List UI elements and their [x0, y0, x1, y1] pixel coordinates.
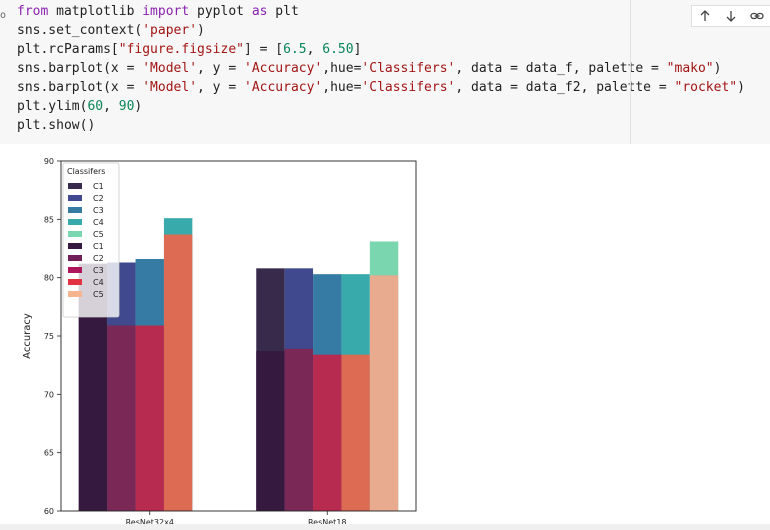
legend-label: C1	[93, 182, 104, 191]
code-token: 6.50	[322, 42, 354, 57]
legend-swatch	[68, 255, 82, 261]
code-token: , data = data_f2, palette =	[455, 80, 675, 95]
code-token: plt	[267, 4, 299, 19]
code-token: 'Classifers'	[361, 61, 456, 76]
legend-label: C4	[93, 278, 104, 287]
code-editor[interactable]: from matplotlib import pyplot as plt sns.…	[17, 2, 745, 135]
bar-rocket-C2	[107, 325, 136, 511]
y-tick-label: 65	[44, 449, 54, 458]
code-token: 'Model'	[142, 61, 198, 76]
bar-rocket-C4	[341, 354, 370, 511]
y-tick-label: 75	[44, 332, 54, 341]
code-token: ]	[353, 42, 362, 57]
bar-chart: 60657075808590ResNet32x4 ResNet18Accuracy…	[22, 157, 417, 524]
legend-label: C2	[93, 254, 104, 263]
arrow-down-icon	[726, 11, 736, 22]
code-token: matplotlib	[48, 4, 143, 19]
move-cell-down-button[interactable]	[720, 6, 742, 26]
code-token: ,hue=	[322, 61, 362, 76]
legend-label: C5	[93, 230, 104, 239]
arrow-up-icon	[700, 10, 710, 21]
legend-swatch	[68, 291, 82, 297]
y-axis-label: Accuracy	[22, 313, 33, 359]
code-token: )	[197, 23, 205, 38]
code-line: plt.ylim(60, 90)	[17, 97, 745, 116]
bar-rocket-C1	[256, 351, 285, 511]
code-line: sns.barplot(x = 'Model', y = 'Accuracy',…	[17, 59, 745, 78]
y-tick-label: 60	[44, 507, 54, 516]
code-token: 'Accuracy'	[244, 80, 323, 95]
horizontal-scrollbar[interactable]	[0, 524, 770, 530]
y-tick-label: 85	[44, 215, 54, 224]
code-token: "figure.figsize"	[118, 42, 244, 57]
legend-swatch	[68, 207, 82, 213]
bar-rocket-C5	[369, 275, 399, 511]
code-token: 6.5	[283, 42, 307, 57]
code-token: ] = [	[243, 42, 284, 57]
legend-label: C3	[93, 206, 104, 215]
bar-rocket-C3	[313, 354, 342, 511]
code-token: )	[737, 80, 745, 95]
cell-output: 60 65 70 75 80 85 90 ResNet32x4 ResNet18 Accuracy…	[0, 144, 770, 530]
code-line: plt.rcParams["figure.figsize"] = [6.5, 6…	[17, 40, 745, 59]
legend-swatch	[68, 219, 82, 225]
cell-run-indicator: o	[0, 10, 7, 21]
legend-swatch	[68, 183, 82, 189]
code-token: sns.barplot(x =	[17, 61, 143, 76]
code-token: )	[713, 61, 722, 76]
code-token: as	[251, 4, 268, 19]
code-token: "mako"	[666, 61, 714, 76]
code-token: ,hue=	[322, 80, 362, 95]
legend-label: C5	[93, 290, 104, 299]
code-token: ,	[306, 42, 323, 57]
code-token: , data = data_f, palette =	[455, 61, 667, 76]
code-token: pyplot	[189, 4, 252, 19]
code-cell[interactable]: o from matplotlib import pyplot as plt sn…	[0, 0, 770, 144]
code-token: , y =	[197, 80, 244, 95]
code-token: sns.set_context(	[17, 23, 143, 38]
legend-label: C1	[93, 242, 104, 251]
legend-swatch	[68, 243, 82, 249]
code-token: ,	[103, 99, 119, 114]
code-token: , y =	[197, 61, 244, 76]
bar-rocket-C2	[284, 348, 314, 511]
code-token: "rocket"	[674, 80, 738, 95]
legend-label: C3	[93, 266, 104, 275]
bar-rocket-C4	[163, 234, 193, 511]
code-token: from	[17, 4, 49, 19]
legend-label: C4	[93, 218, 104, 227]
code-token: plt.ylim(	[17, 99, 88, 114]
legend-swatch	[68, 267, 82, 273]
move-cell-up-button[interactable]	[694, 6, 716, 26]
cell-divider	[630, 0, 631, 144]
code-token: 'Accuracy'	[244, 61, 323, 76]
legend-swatch	[68, 231, 82, 237]
link-icon	[750, 12, 764, 20]
code-token: 'Model'	[142, 80, 198, 95]
y-tick-label: 70	[44, 390, 54, 399]
legend-swatch	[68, 279, 82, 285]
code-token: sns.barplot(x =	[17, 80, 143, 95]
legend-title: Classifers	[67, 167, 105, 176]
y-tick-label: 90	[44, 157, 54, 166]
legend-label: C2	[93, 194, 104, 203]
code-line: plt.show()	[17, 116, 745, 135]
code-line: sns.barplot(x = 'Model', y = 'Accuracy',…	[17, 78, 745, 97]
bar-rocket-C3	[135, 325, 164, 511]
code-token: 60	[87, 99, 104, 114]
legend-swatch	[68, 195, 82, 201]
y-tick-label: 80	[44, 274, 54, 283]
code-line: from matplotlib import pyplot as plt	[17, 2, 745, 21]
code-token: 'paper'	[142, 23, 198, 38]
code-token: 'Classifers'	[361, 80, 456, 95]
cell-toolbar	[691, 5, 770, 27]
code-token: import	[142, 4, 190, 19]
code-token: )	[134, 99, 143, 114]
copy-link-button[interactable]	[746, 6, 768, 26]
code-token: plt.rcParams[	[17, 42, 119, 57]
code-token: 90	[118, 99, 135, 114]
code-token: plt.show()	[17, 118, 96, 133]
code-line: sns.set_context('paper')	[17, 21, 745, 40]
